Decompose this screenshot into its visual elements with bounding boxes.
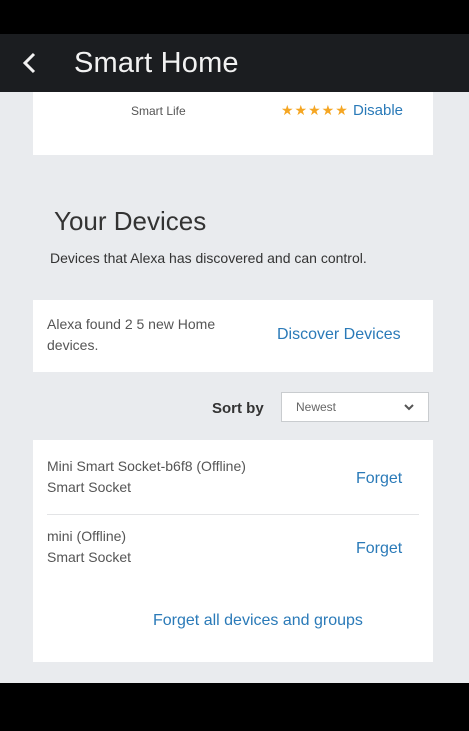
skill-name: Smart Life xyxy=(131,104,186,118)
navigation-bar xyxy=(0,683,469,731)
sort-value: Newest xyxy=(296,400,337,414)
status-bar xyxy=(0,0,469,34)
device-name: mini (Offline) xyxy=(47,528,127,544)
forget-device-link[interactable]: Forget xyxy=(356,540,402,558)
discover-message: Alexa found 2 5 new Home devices. xyxy=(47,316,216,353)
device-type: Smart Socket xyxy=(47,549,132,565)
chevron-down-icon xyxy=(404,404,414,411)
devices-list: Mini Smart Socket-b6f8 (Offline) Smart S… xyxy=(33,440,433,662)
discover-card: Alexa found 2 5 new Home devices. Discov… xyxy=(33,300,433,372)
chevron-left-icon xyxy=(22,52,36,74)
skill-card: Smart Life ★★★★★ Disable xyxy=(33,92,433,155)
sort-label: Sort by xyxy=(212,400,264,417)
device-row: Mini Smart Socket-b6f8 (Offline) Smart S… xyxy=(33,448,433,518)
app-header: Smart Home xyxy=(0,34,469,92)
content-area[interactable]: Smart Life ★★★★★ Disable Your Devices De… xyxy=(0,92,469,682)
section-description: Devices that Alexa has discovered and ca… xyxy=(50,250,367,266)
discover-devices-link[interactable]: Discover Devices xyxy=(277,326,401,344)
device-type: Smart Socket xyxy=(47,479,132,495)
star-rating: ★★★★★ xyxy=(281,102,349,118)
back-button[interactable] xyxy=(10,34,50,92)
forget-device-link[interactable]: Forget xyxy=(356,470,402,488)
row-divider xyxy=(47,514,419,515)
page-title: Smart Home xyxy=(74,46,239,79)
sort-select[interactable]: Newest xyxy=(281,392,429,422)
section-title: Your Devices xyxy=(54,206,207,236)
device-name: Mini Smart Socket-b6f8 (Offline) xyxy=(47,458,246,474)
forget-all-link[interactable]: Forget all devices and groups xyxy=(153,612,363,630)
phone-screen: Smart Home Smart Life ★★★★★ Disable Your… xyxy=(0,0,469,731)
device-row: mini (Offline) Smart Socket Forget xyxy=(33,518,433,588)
disable-skill-link[interactable]: Disable xyxy=(353,102,403,119)
